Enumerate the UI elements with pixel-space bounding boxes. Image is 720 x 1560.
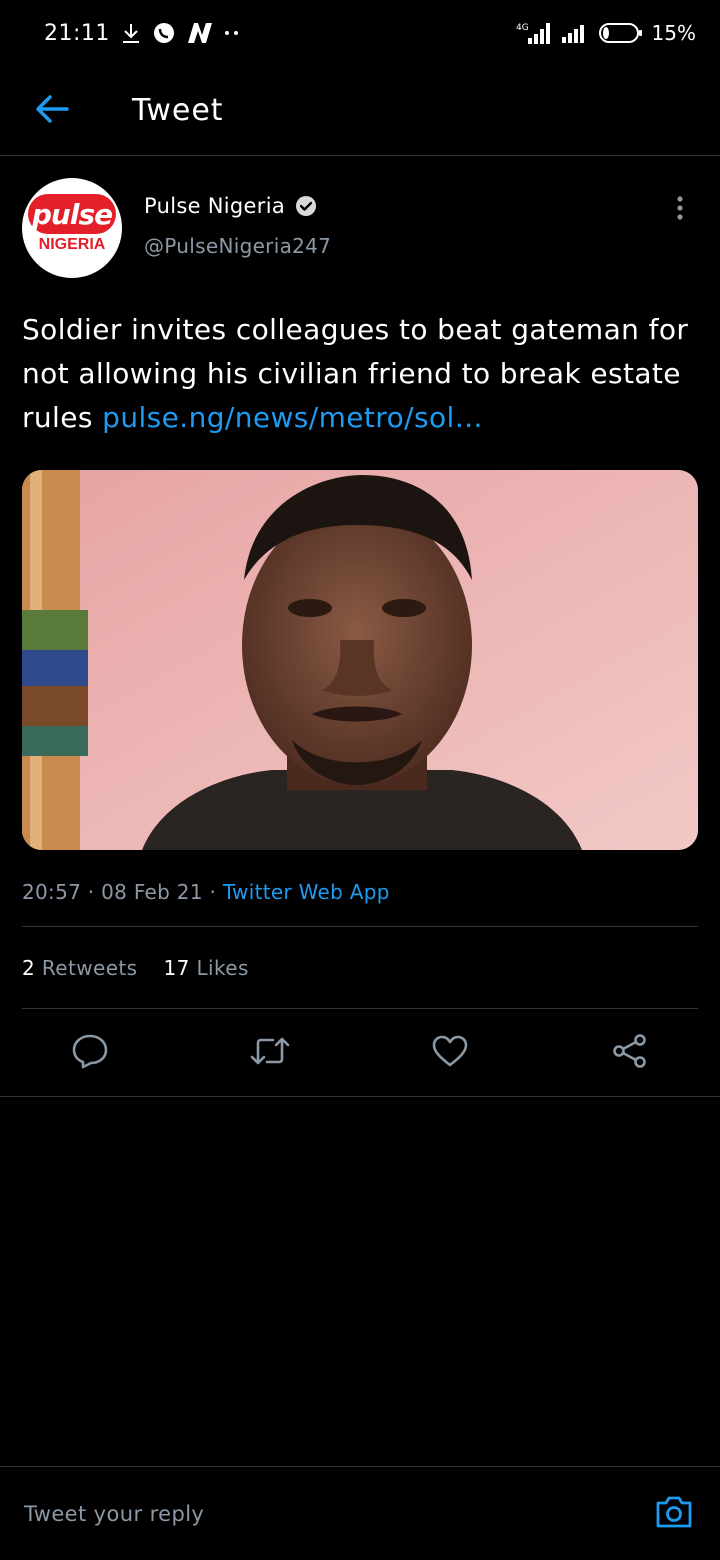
retweets-label: Retweets bbox=[41, 955, 138, 980]
like-icon bbox=[431, 1034, 469, 1072]
download-icon bbox=[120, 21, 142, 45]
wifi-icon bbox=[560, 21, 590, 45]
author-name[interactable]: Pulse Nigeria bbox=[144, 194, 285, 218]
author-row: pulse NIGERIA Pulse Nigeria @PulseNigeri… bbox=[22, 156, 698, 286]
reply-input[interactable] bbox=[22, 1500, 650, 1527]
tweet-meta: 20:57 · 08 Feb 21 · Twitter Web App bbox=[22, 880, 698, 927]
author-handle[interactable]: @PulseNigeria247 bbox=[144, 234, 331, 258]
tweet-source[interactable]: Twitter Web App bbox=[223, 880, 390, 904]
reply-button[interactable] bbox=[60, 1023, 120, 1083]
like-button[interactable] bbox=[420, 1023, 480, 1083]
tweet-text: Soldier invites colleagues to beat gatem… bbox=[22, 308, 698, 440]
retweets-count: 2 bbox=[22, 955, 36, 980]
share-button[interactable] bbox=[600, 1023, 660, 1083]
app-header: Tweet bbox=[0, 66, 720, 156]
more-dots-icon bbox=[224, 29, 240, 37]
tweet-stats: 2 Retweets 17 Likes bbox=[22, 927, 698, 1009]
camera-button[interactable] bbox=[650, 1490, 698, 1538]
tweet-detail-screen: 21:11 4G 15% Tweet pulse NIGERIA Pulse N… bbox=[0, 0, 720, 1560]
status-time: 21:11 bbox=[44, 20, 110, 46]
tweet-actions bbox=[0, 1009, 720, 1097]
avatar-logo-pulse: pulse bbox=[28, 194, 116, 234]
avatar[interactable]: pulse NIGERIA bbox=[22, 178, 122, 278]
meta-separator: · bbox=[202, 880, 223, 904]
tweet-time: 20:57 bbox=[22, 880, 82, 904]
meta-separator: · bbox=[81, 880, 102, 904]
tweet-photo[interactable] bbox=[22, 470, 698, 850]
verified-badge-icon bbox=[295, 195, 317, 217]
retweet-icon bbox=[249, 1035, 291, 1071]
reply-icon bbox=[71, 1033, 109, 1073]
signal-icon: 4G bbox=[516, 20, 552, 46]
tweet-date: 08 Feb 21 bbox=[101, 880, 203, 904]
avatar-logo-nigeria: NIGERIA bbox=[38, 236, 106, 253]
battery-icon bbox=[598, 21, 644, 45]
back-button[interactable] bbox=[16, 75, 88, 147]
page-title: Tweet bbox=[132, 93, 224, 128]
likes-count: 17 bbox=[163, 955, 190, 980]
author-info: Pulse Nigeria @PulseNigeria247 bbox=[144, 178, 331, 258]
tweet: pulse NIGERIA Pulse Nigeria @PulseNigeri… bbox=[0, 156, 720, 1097]
reply-bar bbox=[0, 1466, 720, 1560]
network-type: 4G bbox=[516, 23, 529, 33]
likes-label: Likes bbox=[196, 955, 249, 980]
retweets-stat[interactable]: 2 Retweets bbox=[22, 956, 137, 980]
arrow-left-icon bbox=[35, 94, 69, 128]
status-bar: 21:11 4G 15% bbox=[0, 0, 720, 66]
battery-percent: 15% bbox=[651, 21, 696, 45]
tweet-link[interactable]: pulse.ng/news/metro/sol… bbox=[102, 401, 483, 434]
photo-image bbox=[22, 470, 698, 850]
whatsapp-icon bbox=[152, 21, 176, 45]
camera-icon bbox=[654, 1494, 694, 1534]
likes-stat[interactable]: 17 Likes bbox=[163, 956, 248, 980]
more-options-button[interactable] bbox=[662, 190, 698, 230]
news-app-icon bbox=[186, 21, 214, 45]
more-vertical-icon bbox=[676, 195, 684, 225]
share-icon bbox=[611, 1033, 649, 1073]
retweet-button[interactable] bbox=[240, 1023, 300, 1083]
